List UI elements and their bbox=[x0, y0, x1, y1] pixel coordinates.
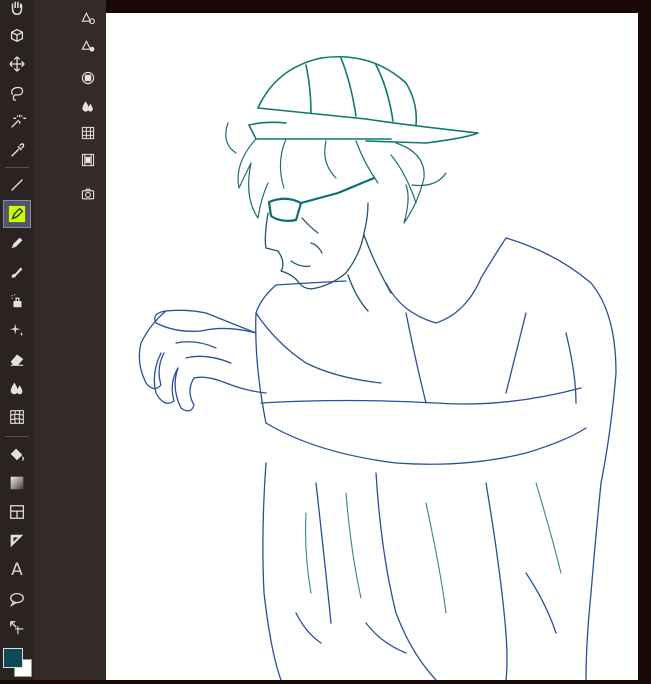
circle-layer-icon bbox=[81, 71, 95, 85]
blend-tool-button[interactable] bbox=[4, 375, 30, 401]
magic-wand-tool-button[interactable] bbox=[4, 108, 30, 134]
eyedropper-tool-button[interactable] bbox=[4, 137, 30, 163]
grid-button[interactable] bbox=[78, 123, 98, 143]
balloon-tool-button[interactable] bbox=[4, 586, 30, 612]
toolbar-divider bbox=[5, 436, 29, 437]
speech-balloon-icon bbox=[10, 592, 24, 607]
frame-icon bbox=[10, 505, 24, 519]
drawing-canvas[interactable] bbox=[106, 13, 638, 681]
text-tool-button[interactable]: A bbox=[4, 557, 30, 583]
pen-icon bbox=[8, 205, 26, 223]
layer-mask-button[interactable] bbox=[78, 36, 98, 56]
ruler-tool-button[interactable] bbox=[4, 528, 30, 554]
ruler-icon bbox=[10, 534, 24, 548]
mesh-transform-tool-button[interactable] bbox=[4, 404, 30, 430]
text-icon: A bbox=[11, 559, 23, 580]
droplets-icon bbox=[82, 101, 93, 112]
filmstrip-button[interactable] bbox=[78, 150, 98, 170]
correct-line-icon bbox=[10, 621, 24, 635]
3d-tool-button[interactable] bbox=[4, 22, 30, 48]
move-tool-button[interactable] bbox=[4, 51, 30, 77]
grid-icon bbox=[81, 126, 95, 140]
camera-button[interactable] bbox=[78, 184, 98, 204]
pen-tool-button[interactable] bbox=[3, 200, 31, 228]
gradient-icon bbox=[10, 476, 24, 490]
droplets-button[interactable] bbox=[78, 96, 98, 116]
gradient-tool-button[interactable] bbox=[4, 470, 30, 496]
3d-object-icon bbox=[10, 28, 24, 43]
lasso-tool-button[interactable] bbox=[4, 80, 30, 106]
hand-tool-button[interactable] bbox=[4, 0, 30, 21]
eraser-icon bbox=[10, 354, 24, 366]
line-icon bbox=[11, 179, 23, 191]
layer-command-bar bbox=[34, 0, 106, 680]
line-tool-button[interactable] bbox=[4, 172, 30, 198]
pencil-tool-button[interactable] bbox=[4, 230, 30, 256]
brush-icon bbox=[11, 267, 23, 278]
move-icon bbox=[9, 56, 25, 72]
layer-mask-icon bbox=[81, 39, 95, 52]
camera-icon bbox=[81, 188, 95, 200]
brush-tool-button[interactable] bbox=[4, 259, 30, 285]
main-color-swatch[interactable] bbox=[3, 648, 23, 668]
lasso-icon bbox=[11, 86, 24, 101]
magic-wand-icon bbox=[11, 114, 26, 128]
filmstrip-icon bbox=[81, 153, 95, 167]
fill-bucket-icon bbox=[10, 448, 24, 461]
sparkle-icon bbox=[9, 323, 24, 337]
airbrush-icon bbox=[11, 294, 22, 308]
mesh-transform-icon bbox=[10, 410, 24, 424]
pencil-icon bbox=[11, 237, 23, 249]
toolbar-divider bbox=[5, 167, 29, 168]
eraser-tool-button[interactable] bbox=[4, 346, 30, 372]
eyedropper-icon bbox=[11, 143, 25, 157]
circle-layer-button[interactable] bbox=[78, 68, 98, 88]
frame-tool-button[interactable] bbox=[4, 499, 30, 525]
tool-palette: A bbox=[0, 0, 35, 680]
hand-icon bbox=[11, 1, 23, 16]
fill-tool-button[interactable] bbox=[4, 441, 30, 467]
decoration-tool-button[interactable] bbox=[4, 317, 30, 343]
airbrush-tool-button[interactable] bbox=[4, 288, 30, 314]
line-art-sketch bbox=[138, 55, 617, 681]
blend-icon bbox=[10, 382, 23, 395]
layer-settings-icon bbox=[81, 11, 95, 25]
correct-line-tool-button[interactable] bbox=[4, 615, 30, 641]
layer-settings-button[interactable] bbox=[78, 8, 98, 28]
